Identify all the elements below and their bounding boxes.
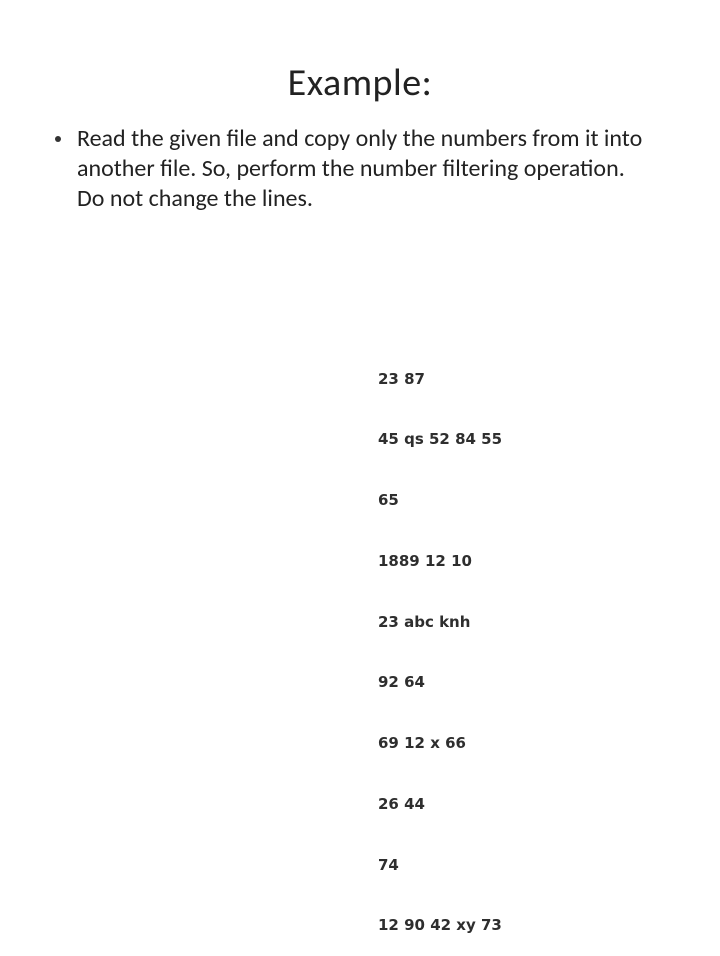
sample-line: 69 12 x 66 [378, 733, 502, 753]
bullet-text: Read the given file and copy only the nu… [77, 124, 650, 214]
sample-line: 74 [378, 855, 502, 875]
sample-line: 12 90 42 xy 73 [378, 915, 502, 935]
bullet-item: Read the given file and copy only the nu… [55, 124, 650, 214]
sample-line: 65 [378, 490, 502, 510]
file-sample-block: 23 87 45 qs 52 84 55 65 1889 12 10 23 ab… [378, 328, 502, 956]
bullet-dot-icon [55, 136, 61, 142]
bullet-list: Read the given file and copy only the nu… [55, 124, 650, 214]
sample-line: 23 87 [378, 369, 502, 389]
sample-line: 26 44 [378, 794, 502, 814]
sample-line: 23 abc knh [378, 612, 502, 632]
sample-line: 92 64 [378, 672, 502, 692]
sample-line: 45 qs 52 84 55 [378, 429, 502, 449]
sample-line: 1889 12 10 [378, 551, 502, 571]
slide-title: Example: [0, 60, 720, 106]
